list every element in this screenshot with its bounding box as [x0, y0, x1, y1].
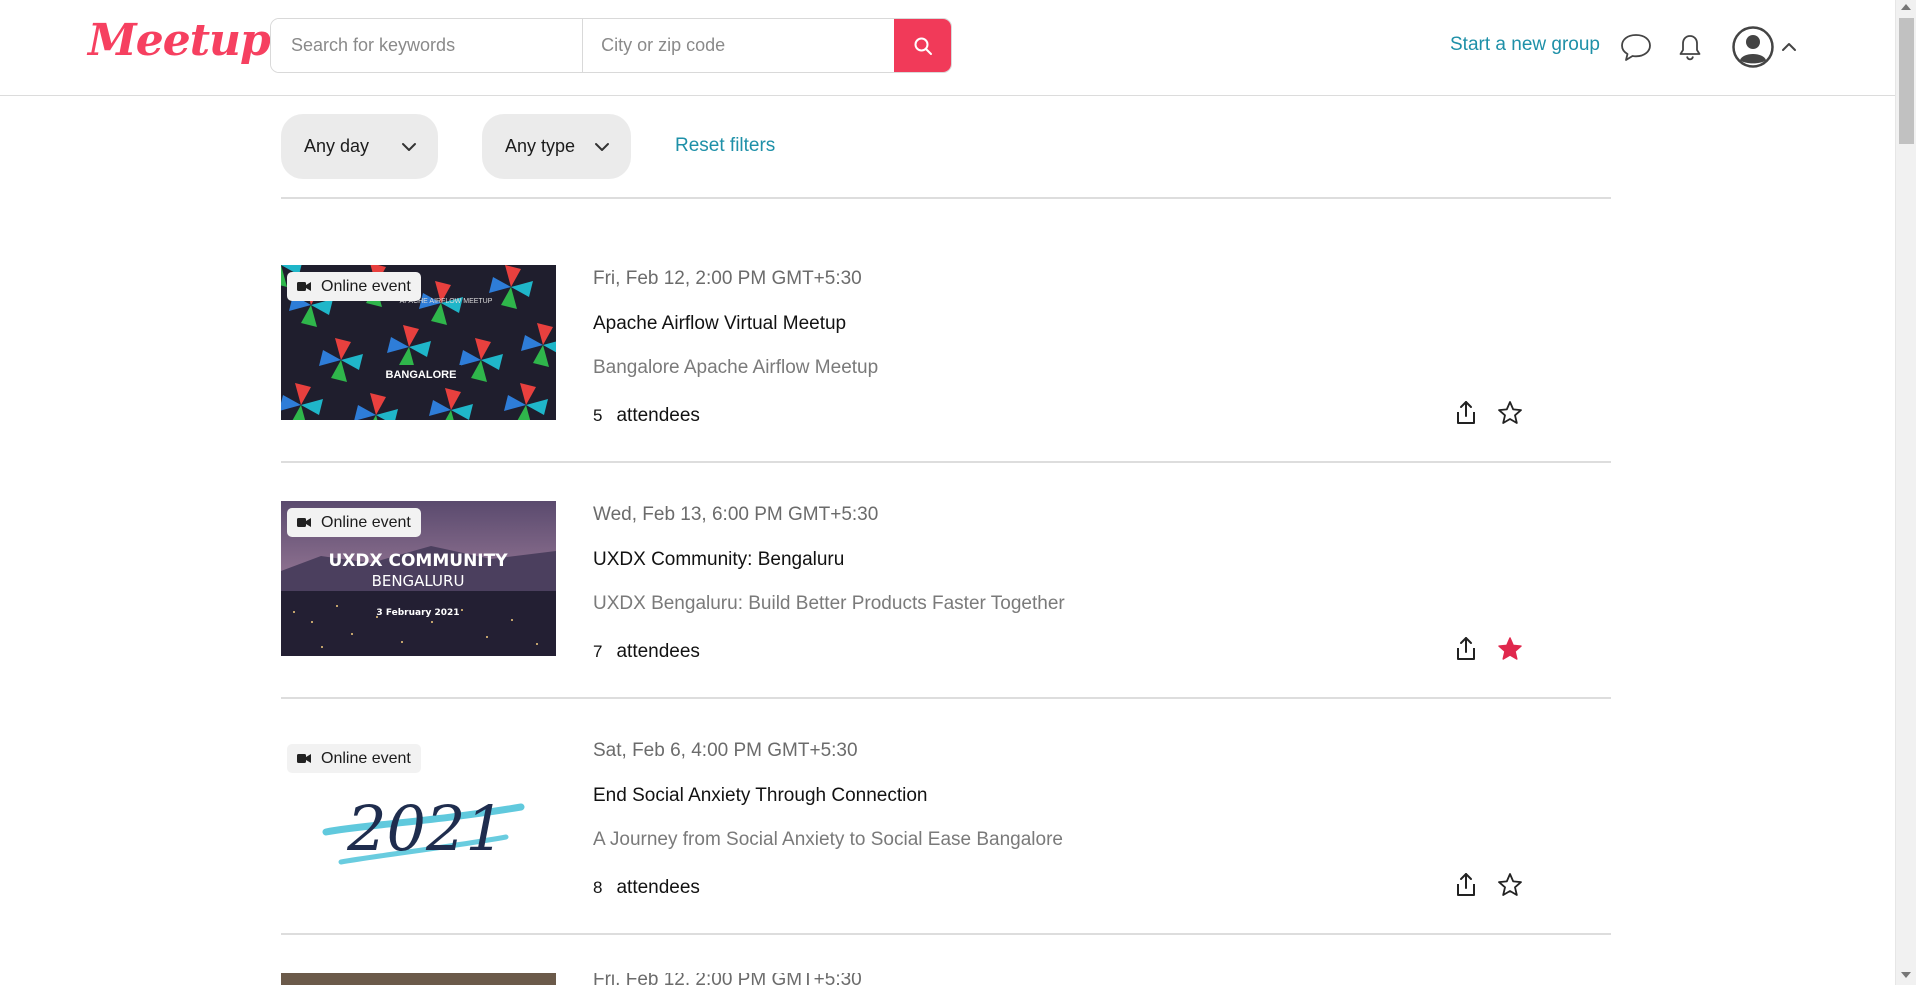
- event-date: Sat, Feb 6, 4:00 PM GMT+5:30: [593, 740, 858, 761]
- online-event-badge: Online event: [287, 744, 421, 773]
- star-filled-icon: [1498, 637, 1522, 660]
- chevron-down-icon: [595, 143, 609, 151]
- scroll-up-arrow-icon[interactable]: [1901, 4, 1911, 10]
- scrollbar-thumb[interactable]: [1899, 18, 1914, 144]
- online-event-label: Online event: [321, 278, 411, 295]
- star-outline-icon: [1498, 401, 1522, 424]
- event-image[interactable]: [281, 973, 556, 985]
- event-date: Wed, Feb 13, 6:00 PM GMT+5:30: [593, 504, 879, 525]
- chat-bubble-icon: [1621, 34, 1651, 61]
- event-image[interactable]: 2021 Online event: [281, 737, 556, 892]
- event-group-name[interactable]: Bangalore Apache Airflow Meetup: [593, 357, 878, 379]
- online-event-badge: Online event: [287, 272, 421, 301]
- filters-bar: Any day Any type Reset filters: [281, 114, 1611, 179]
- search-bar: [270, 18, 952, 73]
- messages-button[interactable]: [1618, 30, 1654, 64]
- top-header: Meetup Start a new group: [0, 0, 1895, 96]
- event-divider: [281, 933, 1611, 935]
- attendees-label: attendees: [616, 405, 700, 426]
- meetup-logo[interactable]: Meetup: [88, 14, 271, 68]
- event-attendees: 5 attendees: [593, 405, 700, 427]
- online-event-badge: Online event: [287, 508, 421, 537]
- event-image[interactable]: BANGALORE APACHE AIRFLOW MEETUP Online e…: [281, 265, 556, 420]
- saved-star-button[interactable]: [1495, 634, 1525, 664]
- event-image[interactable]: UXDX COMMUNITY BENGALURU 3 February 2021…: [281, 501, 556, 656]
- any-type-filter[interactable]: Any type: [482, 114, 631, 179]
- event-title[interactable]: Apache Airflow Virtual Meetup: [593, 313, 846, 335]
- share-icon: [1457, 873, 1475, 896]
- search-button[interactable]: [894, 19, 951, 72]
- user-circle-icon: [1732, 26, 1774, 68]
- event-card[interactable]: BANGALORE APACHE AIRFLOW MEETUP Online e…: [281, 227, 1611, 463]
- city-zip-input[interactable]: [583, 19, 895, 72]
- attendee-count: 8: [593, 878, 603, 897]
- any-day-label: Any day: [304, 136, 370, 156]
- image-caption: BANGALORE: [386, 369, 457, 381]
- image-subtitle: BENGALURU: [372, 572, 465, 590]
- chevron-down-icon: [402, 143, 416, 151]
- star-outline-icon: [1498, 873, 1522, 896]
- image-title: UXDX COMMUNITY: [328, 551, 508, 571]
- page-scrollbar[interactable]: [1895, 0, 1916, 985]
- event-date: Fri, Feb 12, 2:00 PM GMT+5:30: [593, 268, 862, 289]
- chevron-up-icon: [1782, 43, 1796, 51]
- share-icon: [1457, 637, 1475, 660]
- event-attendees: 7 attendees: [593, 641, 700, 663]
- reset-filters-link[interactable]: Reset filters: [675, 135, 775, 157]
- event-card[interactable]: UXDX COMMUNITY BENGALURU 3 February 2021…: [281, 463, 1611, 699]
- attendees-label: attendees: [616, 877, 700, 898]
- event-attendees: 8 attendees: [593, 877, 700, 899]
- event-title[interactable]: UXDX Community: Bengaluru: [593, 549, 844, 571]
- event-title[interactable]: End Social Anxiety Through Connection: [593, 785, 927, 807]
- image-handwriting: 2021: [346, 792, 505, 865]
- share-button[interactable]: [1451, 634, 1481, 664]
- image-date: 3 February 2021: [376, 608, 459, 618]
- profile-menu-toggle[interactable]: [1778, 36, 1800, 58]
- event-card[interactable]: 2021 Online event Sat, Feb 6, 4:00 PM GM…: [281, 699, 1611, 935]
- attendee-count: 7: [593, 642, 603, 661]
- video-camera-icon: [297, 282, 311, 291]
- share-button[interactable]: [1451, 870, 1481, 900]
- event-date: Fri, Feb 12, 2:00 PM GMT+5:30: [593, 973, 862, 985]
- filters-divider: [281, 197, 1611, 199]
- video-camera-icon: [297, 518, 311, 527]
- bell-icon: [1679, 35, 1701, 61]
- save-star-button[interactable]: [1495, 398, 1525, 428]
- any-day-filter[interactable]: Any day: [281, 114, 438, 179]
- start-new-group-link[interactable]: Start a new group: [1450, 34, 1600, 56]
- search-icon: [914, 37, 932, 55]
- attendee-count: 5: [593, 406, 603, 425]
- scroll-down-arrow-icon[interactable]: [1901, 972, 1911, 978]
- keyword-search-input[interactable]: [271, 19, 584, 72]
- video-camera-icon: [297, 754, 311, 763]
- share-icon: [1457, 401, 1475, 424]
- event-group-name[interactable]: A Journey from Social Anxiety to Social …: [593, 829, 1063, 851]
- online-event-label: Online event: [321, 750, 411, 767]
- share-button[interactable]: [1451, 398, 1481, 428]
- app-root: Meetup Start a new group Any day A: [0, 0, 1916, 985]
- profile-menu-button[interactable]: [1730, 24, 1776, 70]
- notifications-button[interactable]: [1675, 30, 1705, 64]
- online-event-label: Online event: [321, 514, 411, 531]
- event-card-partial[interactable]: Fri, Feb 12, 2:00 PM GMT+5:30: [281, 973, 1611, 985]
- save-star-button[interactable]: [1495, 870, 1525, 900]
- event-group-name[interactable]: UXDX Bengaluru: Build Better Products Fa…: [593, 593, 1065, 615]
- any-type-label: Any type: [505, 136, 576, 156]
- attendees-label: attendees: [616, 641, 700, 662]
